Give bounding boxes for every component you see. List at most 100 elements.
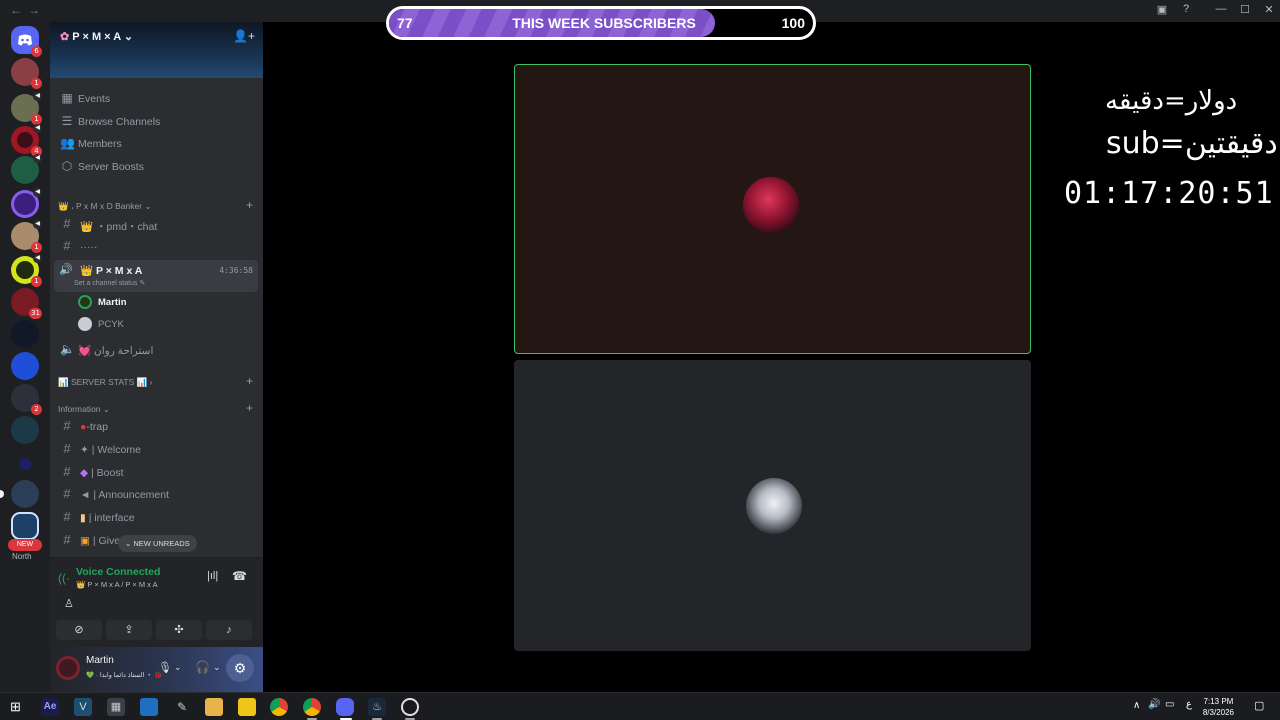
volume-icon[interactable]: 🔊 [1148,699,1160,710]
server-icon[interactable]: ◀ [11,188,42,218]
noise-suppression-icon[interactable]: |ıl| [207,570,218,582]
server-icon[interactable]: ◀ [11,154,42,184]
microphone-icon[interactable]: 🎙 [158,661,172,674]
active-voice-channel[interactable]: 🔊 👑 P × M x A Set a channel status ✎ 4:3… [54,260,258,292]
menu-browse-channels[interactable]: ☰ Browse Channels [56,112,257,132]
server-icon[interactable] [11,320,39,348]
channel-boost[interactable]: # ◆ | Boost [56,463,257,483]
inbox-icon[interactable]: ▣ [1153,3,1171,19]
voice-status[interactable]: Voice Connected [76,566,160,578]
channel-sidebar: ✿ P × M × A ⌄ 👤+ ▦ Events ☰ Browse Channel… [50,22,263,692]
invite-icon[interactable]: 👤+ [233,29,255,43]
help-icon[interactable]: ? [1177,3,1195,19]
server-icon[interactable]: 2 [11,384,42,415]
category-server-stats[interactable]: 📊 SERVER STATS 📊 › [58,377,152,388]
steam-icon[interactable]: ♨ [368,698,386,716]
category-information[interactable]: Information ⌄ [58,404,110,415]
chrome-icon[interactable] [303,698,321,716]
language-indicator[interactable]: ع [1186,699,1192,710]
rail-note: North [12,552,32,561]
obs-icon[interactable] [401,698,419,716]
server-icon[interactable] [11,480,39,508]
home-discord-icon[interactable]: 6 [11,26,42,57]
server-icon[interactable]: ◀ 1 [11,220,42,253]
speaker-tile-martin[interactable] [514,64,1031,354]
gift-icon: ▣ [80,535,90,547]
headphones-icon[interactable]: 🎧 [195,660,210,674]
server-icon[interactable]: 31 [11,288,42,319]
camera-off-button[interactable]: ⊘ [56,620,102,640]
speaker-icon: ◀ [33,254,42,263]
app-icon[interactable] [140,698,158,716]
server-icon[interactable]: ◀ 1 [11,92,42,125]
voice-timer: 4:36:58 [219,266,253,275]
maximize-icon[interactable]: ☐ [1236,3,1254,19]
server-icon[interactable]: ◀ 4 [11,124,42,157]
channel-pmd-chat[interactable]: # 👑 ・pmd・chat [56,215,257,235]
add-channel-icon[interactable]: + [246,401,253,415]
menu-server-boosts[interactable]: ⬡ Server Boosts [56,157,257,177]
minimize-icon[interactable]: — [1212,3,1230,19]
channel-dots[interactable]: # ····· [56,237,257,257]
wave-icon: ✦ [80,444,89,456]
network-icon[interactable]: ▭ [1165,699,1174,710]
badge: 2 [31,404,42,415]
speaker-icon: ◀ [33,124,42,133]
menu-events[interactable]: ▦ Events [56,89,257,109]
vegas-icon[interactable]: V [74,698,92,716]
channel-trap[interactable]: # ●-trap [56,417,257,437]
chrome-icon[interactable] [270,698,288,716]
server-header[interactable]: ✿ P × M × A ⌄ 👤+ [50,22,263,78]
mic-options-chevron-icon[interactable]: ⌄ [174,662,182,673]
signal-icon: ((· [58,571,70,585]
participant-tile-pcyk[interactable] [514,360,1031,651]
close-icon[interactable]: ✕ [1260,3,1278,19]
server-icon[interactable] [11,352,39,380]
file-explorer-icon[interactable] [205,698,223,716]
calculator-icon[interactable]: ▦ [107,698,125,716]
badge: 1 [31,276,42,287]
user-avatar[interactable] [56,656,80,680]
server-icon[interactable]: 1 [11,58,42,89]
pen-icon[interactable]: ✎ [173,698,191,716]
channel-interface[interactable]: # ▮ | interface [56,508,257,528]
server-name[interactable]: ✿ P × M × A ⌄ [60,30,133,43]
hash-icon: # [63,216,71,231]
new-unreads-button[interactable]: ⌄ NEW UNREADS [118,535,197,552]
user-panel: Martin 💚 · الستاذ دائما وابدا ・ 🐞 🎙 ⌄ 🎧 … [50,647,263,692]
system-clock[interactable]: 7:13 PM 8/3/2026 [1203,696,1234,718]
hash-icon: # [63,464,71,479]
forward-icon[interactable]: → [28,3,40,17]
discord-window: ← → ▣ ? — ☐ ✕ 6 1 ◀ 1 ◀ 4 ◀ ◀ ◀ 1 ◀ 1 31 2 N… [0,0,1280,692]
settings-gear-icon[interactable]: ⚙ [226,654,254,682]
channel-status[interactable]: Set a channel status ✎ [74,279,145,287]
channel-welcome[interactable]: # ✦ | Welcome [56,440,257,460]
discord-icon[interactable] [336,698,354,716]
menu-members[interactable]: 👥 Members [56,134,257,154]
hash-icon: # [63,238,71,253]
voice-channel-rest[interactable]: 🔈 💓 استراحة روان [56,340,257,360]
server-icon[interactable]: ◀ 1 [11,254,42,287]
add-channel-icon[interactable]: + [246,374,253,388]
store-icon[interactable] [238,698,256,716]
server-icon[interactable] [11,416,39,444]
category-banker[interactable]: 👑 ، P x M x D Banker ⌄ [58,201,152,212]
activities-button[interactable]: ✣ [156,620,202,640]
notifications-icon[interactable]: ▢ [1254,699,1264,712]
soundboard-button[interactable]: ♪ [206,620,252,640]
speaker-icon: ◀ [33,154,42,163]
add-channel-icon[interactable]: + [246,198,253,212]
screen-share-button[interactable]: ⇪ [106,620,152,640]
channel-announcement[interactable]: # ◄ | Announcement [56,485,257,505]
boost-gem-icon: ◆ [80,467,89,479]
tray-chevron-icon[interactable]: ∧ [1133,700,1140,711]
audio-options-chevron-icon[interactable]: ⌄ [213,662,221,673]
new-badge: NEW [8,539,42,551]
disconnect-icon[interactable]: ☎ [232,569,247,583]
clock-date: 8/3/2026 [1202,708,1234,717]
after-effects-icon[interactable]: Ae [41,698,59,716]
server-icon[interactable] [11,450,39,478]
server-icon[interactable] [11,512,39,540]
back-icon[interactable]: ← [10,3,22,17]
windows-start-icon[interactable]: ⊞ [10,699,21,715]
